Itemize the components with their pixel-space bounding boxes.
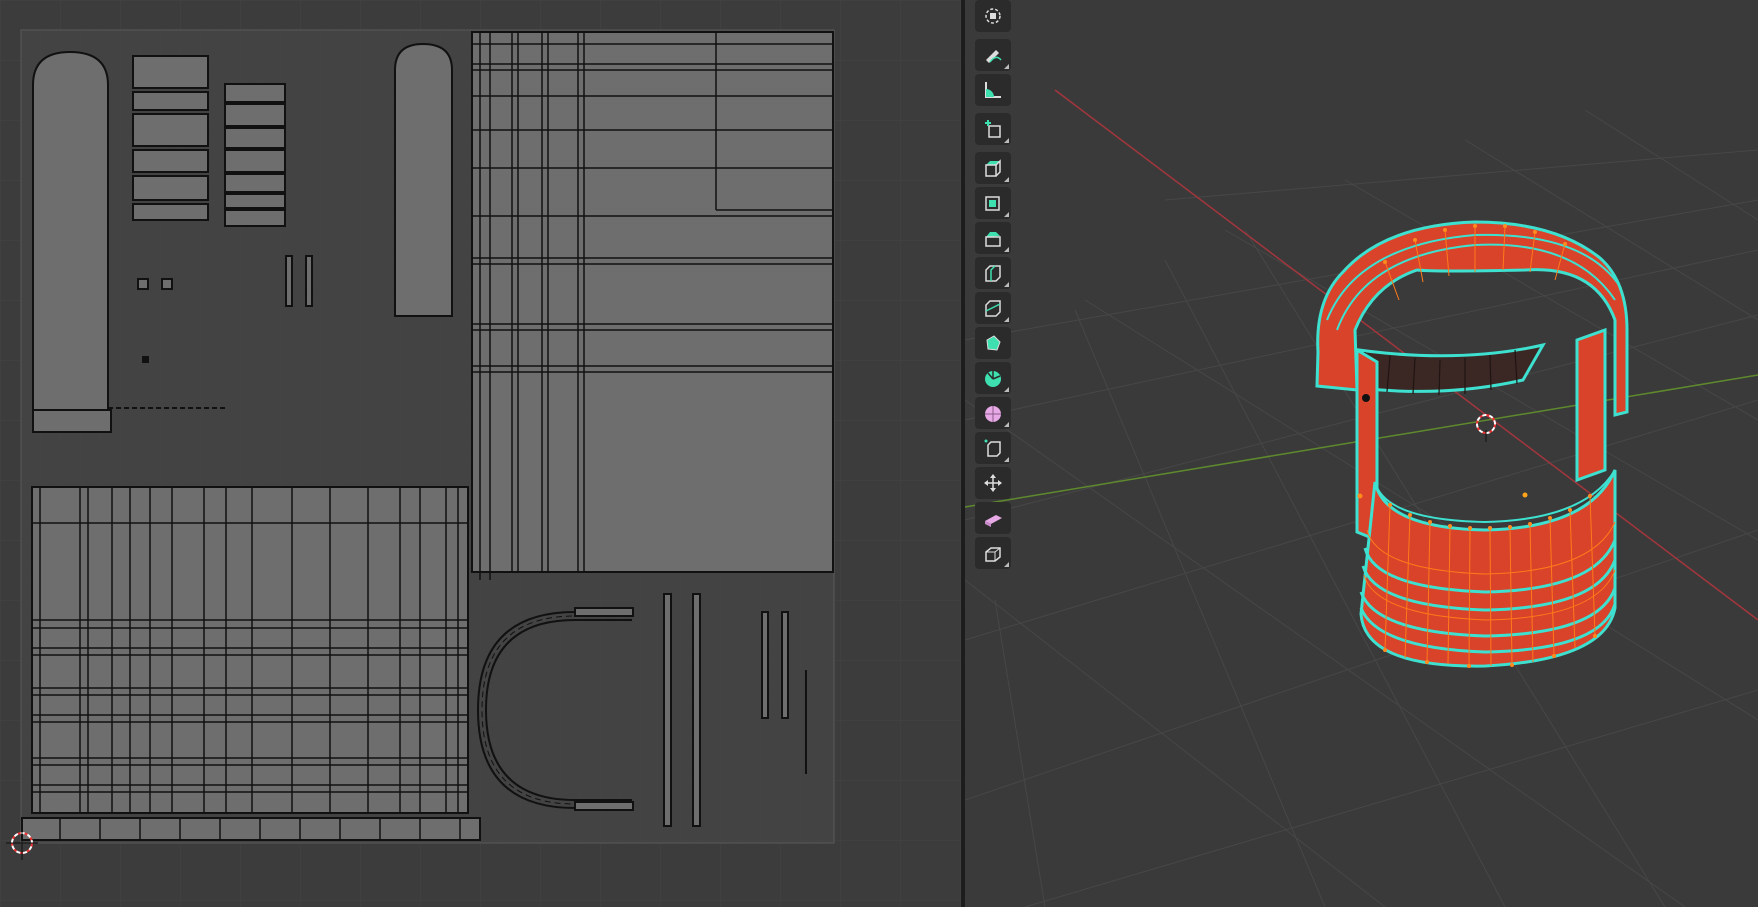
uv-island[interactable] <box>137 278 149 290</box>
rip-region-icon <box>985 547 1001 562</box>
bevel-tool[interactable] <box>975 222 1011 254</box>
annotate-icon <box>986 50 1002 63</box>
uv-editor[interactable] <box>0 0 961 907</box>
bevel-icon <box>985 232 1001 247</box>
add-cube-tool[interactable] <box>975 113 1011 145</box>
uv-island[interactable] <box>574 801 634 811</box>
extrude-icon <box>985 159 1001 177</box>
cursor-tool[interactable] <box>975 0 1011 32</box>
loop-cut-icon <box>985 265 1001 282</box>
knife-tool[interactable] <box>975 292 1011 324</box>
uv-canvas[interactable] <box>0 0 961 907</box>
edge-slide-icon <box>984 439 1001 457</box>
add-cube-icon <box>985 120 1001 138</box>
edge-slide-tool[interactable] <box>975 432 1011 464</box>
uv-island[interactable] <box>161 278 173 290</box>
blender-window <box>0 0 1758 907</box>
uv-island[interactable] <box>32 409 112 433</box>
inset-faces-tool[interactable] <box>975 187 1011 219</box>
shear-tool[interactable] <box>975 502 1011 534</box>
knife-icon <box>985 300 1001 317</box>
object-origin <box>1522 492 1528 498</box>
annotate-tool[interactable] <box>975 39 1011 71</box>
tool-shelf[interactable] <box>973 0 1013 572</box>
uv-island[interactable] <box>32 50 109 411</box>
poly-build-icon <box>986 335 1001 351</box>
uv-island[interactable] <box>574 607 634 617</box>
extrude-region-tool[interactable] <box>975 152 1011 184</box>
smooth-tool[interactable] <box>975 397 1011 429</box>
shrink-fatten-icon <box>984 474 1002 492</box>
loop-cut-tool[interactable] <box>975 257 1011 289</box>
uv-island[interactable] <box>285 255 293 307</box>
uv-island[interactable] <box>305 255 313 307</box>
uv-island[interactable] <box>142 356 149 363</box>
measure-tool[interactable] <box>975 74 1011 106</box>
spin-icon <box>985 371 1001 387</box>
poly-build-tool[interactable] <box>975 327 1011 359</box>
viewport-canvas[interactable] <box>965 0 1758 907</box>
inset-icon <box>985 196 1000 211</box>
mesh-object-well[interactable] <box>1315 220 1629 668</box>
shrink-fatten-tool[interactable] <box>975 467 1011 499</box>
uv-island[interactable] <box>394 42 453 317</box>
uv-island-large-panel[interactable] <box>471 31 834 580</box>
3d-cursor[interactable] <box>1476 414 1496 442</box>
cursor-icon <box>985 8 1001 24</box>
uv-island-wall-grid[interactable] <box>21 486 481 841</box>
uv-island-slats-a[interactable] <box>132 55 209 221</box>
uv-island-slats-b[interactable] <box>224 83 286 227</box>
3d-viewport[interactable] <box>965 0 1758 907</box>
rip-region-tool[interactable] <box>975 537 1011 569</box>
spin-tool[interactable] <box>975 362 1011 394</box>
shear-icon <box>985 515 1002 527</box>
smooth-icon <box>985 406 1001 422</box>
measure-icon <box>985 82 1001 98</box>
right-post[interactable] <box>1575 327 1607 483</box>
